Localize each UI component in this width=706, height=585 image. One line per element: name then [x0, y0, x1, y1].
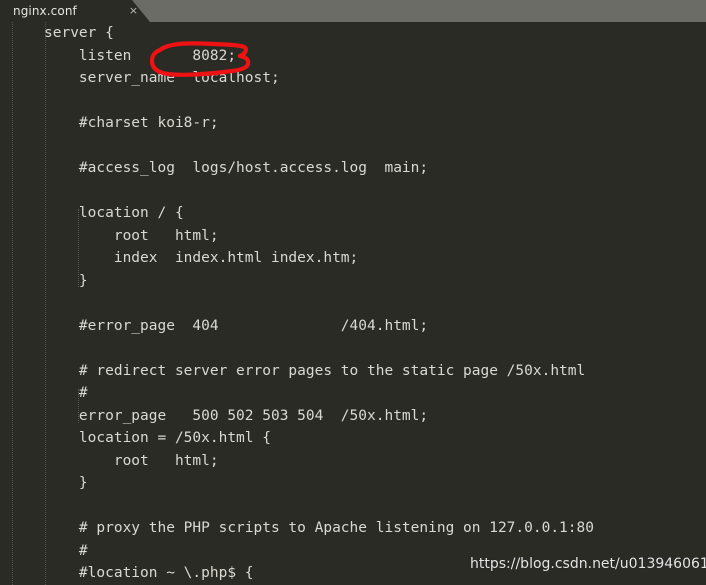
code-content: server { listen 8082; server_name localh…: [0, 22, 706, 585]
editor-window: nginx.conf × server { listen 8082; serve…: [0, 0, 706, 585]
code-line: location / {: [44, 205, 184, 221]
code-line: location = /50x.html {: [44, 430, 271, 446]
code-line: }: [44, 272, 88, 289]
code-line: }: [44, 475, 88, 491]
watermark-text: https://blog.csdn.net/u013946061: [470, 556, 706, 572]
code-line: # proxy the PHP scripts to Apache listen…: [44, 520, 594, 536]
code-line: error_page 500 502 503 504 /50x.html;: [44, 407, 429, 424]
code-line: root html;: [44, 227, 219, 244]
code-line: #charset koi8-r;: [44, 115, 219, 131]
code-line: server {: [44, 25, 114, 41]
code-line: # redirect server error pages to the sta…: [44, 362, 586, 379]
tab-label: nginx.conf: [13, 4, 77, 18]
tab-bar: nginx.conf ×: [0, 0, 706, 22]
code-line: #access_log logs/host.access.log main;: [44, 160, 429, 176]
code-line: #error_page 404 /404.html;: [44, 317, 429, 334]
code-line: server_name localhost;: [44, 70, 280, 86]
code-line: listen 8082;: [44, 47, 237, 64]
code-line: root html;: [44, 452, 219, 469]
close-icon[interactable]: ×: [127, 4, 140, 17]
code-line: index index.html index.htm;: [44, 250, 359, 266]
code-editor[interactable]: server { listen 8082; server_name localh…: [0, 22, 706, 585]
code-line: #: [44, 385, 88, 401]
